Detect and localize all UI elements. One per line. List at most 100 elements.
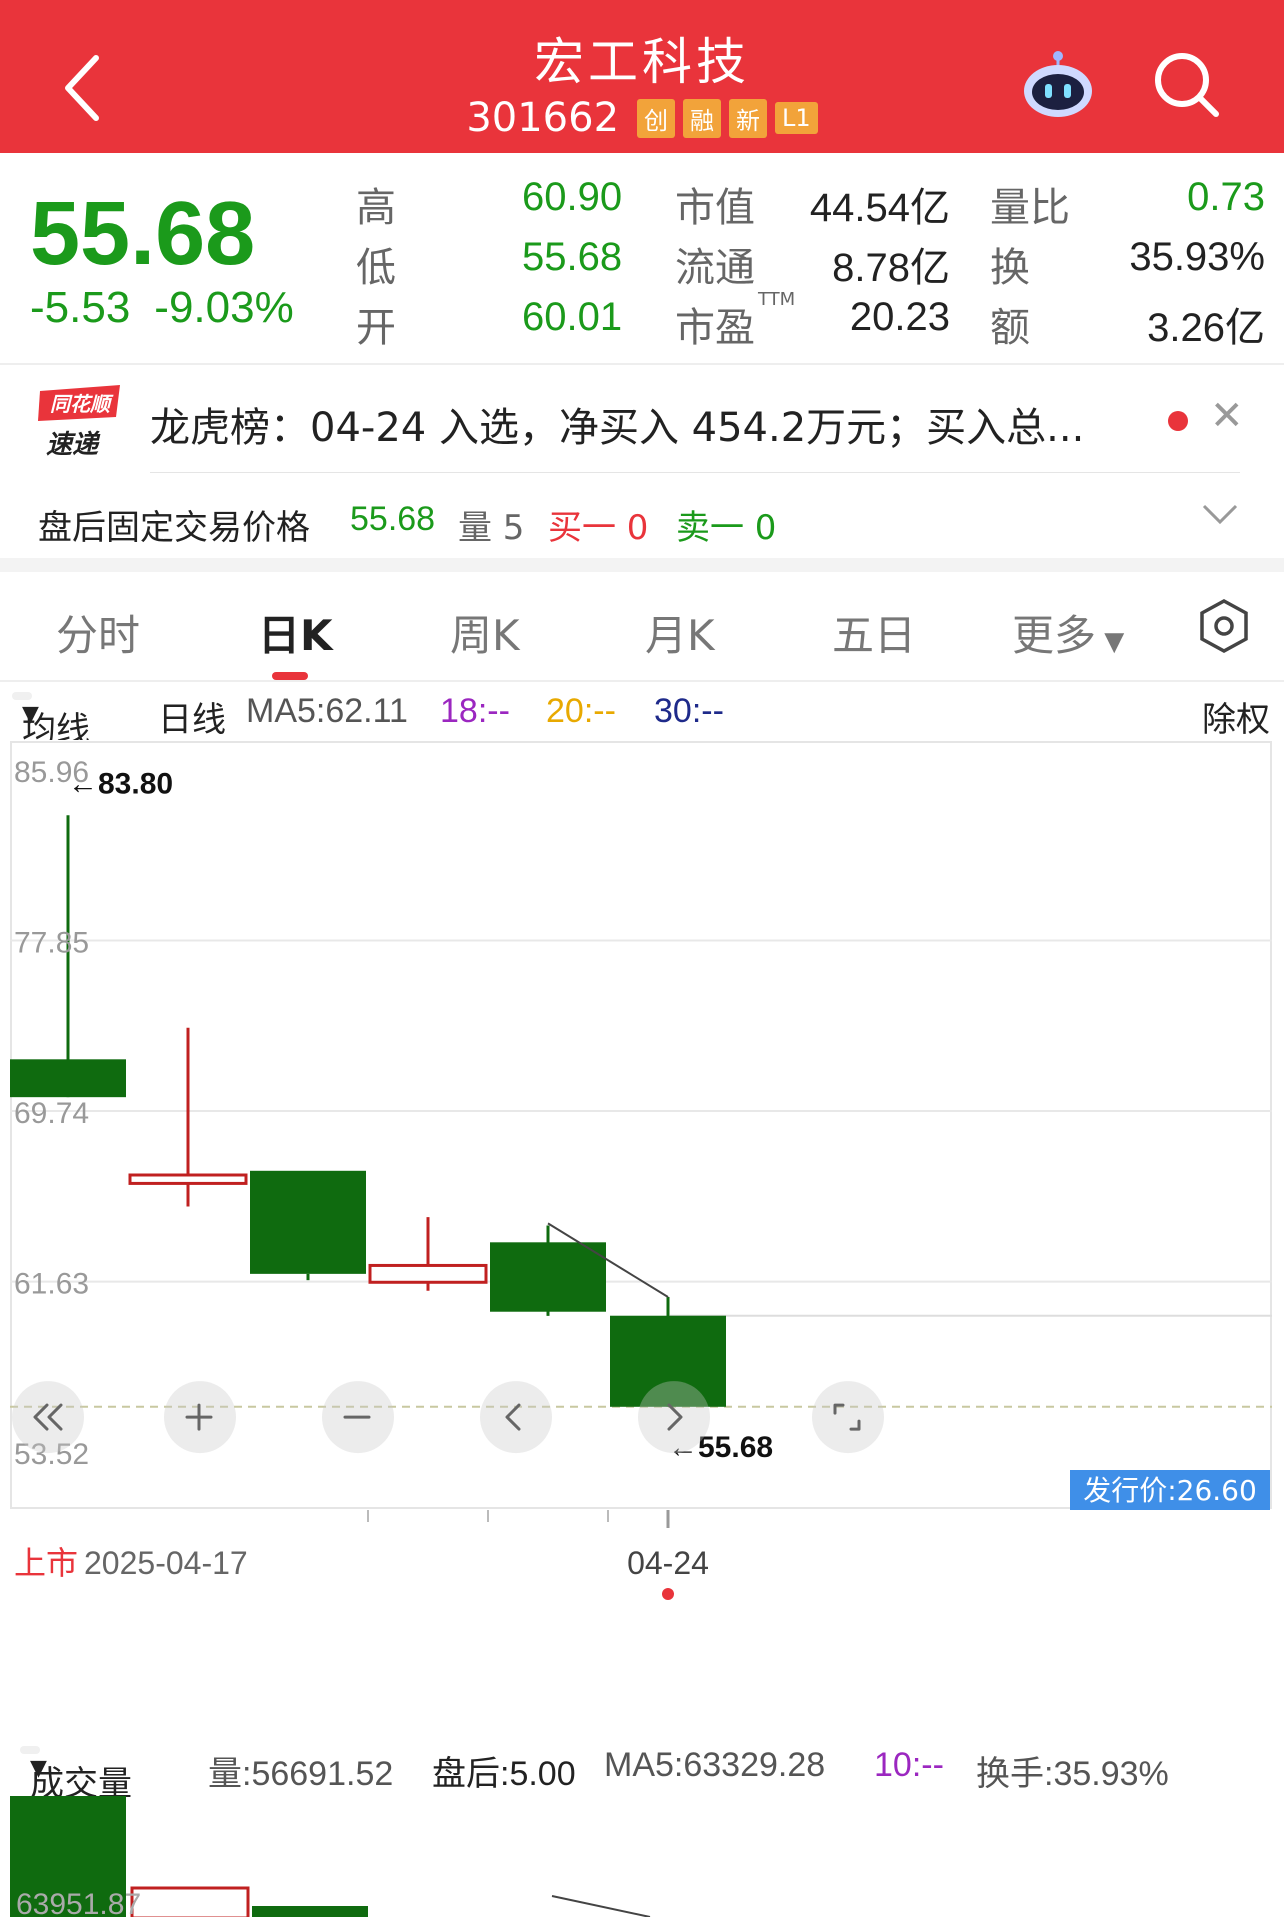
caret-down-icon: ▼ bbox=[1096, 627, 1125, 657]
after-hours-row[interactable]: 盘后固定交易价格 55.68 量 5 买一 0 卖一 0 bbox=[0, 478, 1284, 558]
mktcap-value: 44.54亿 bbox=[809, 186, 950, 230]
volratio-value: 0.73 bbox=[1187, 175, 1265, 219]
last-price: 55.68 bbox=[30, 184, 256, 284]
chevron-right-button[interactable] bbox=[638, 1381, 710, 1454]
tag-l1: L1 bbox=[775, 102, 818, 134]
ma5-value: MA5:62.11 bbox=[246, 692, 408, 730]
pe-label: 市盈 bbox=[675, 305, 755, 351]
ma18-value: 18:-- bbox=[440, 692, 510, 730]
zoom-out-button[interactable] bbox=[322, 1381, 394, 1454]
tab-five-day[interactable]: 五日 bbox=[832, 602, 916, 663]
amount-value: 3.26亿 bbox=[1147, 306, 1265, 350]
after-hours-volume-value: 盘后:5.00 bbox=[432, 1755, 576, 1793]
after-hours-buy1: 买一 0 bbox=[548, 508, 649, 548]
tag-chuang: 创 bbox=[637, 98, 676, 138]
logo-text-top: 同花顺 bbox=[50, 392, 114, 416]
adjust-toggle[interactable]: 除权 bbox=[1202, 692, 1270, 741]
rewind-button[interactable] bbox=[12, 1381, 84, 1454]
volume-bar bbox=[252, 1906, 368, 1917]
pe-value: 20.23 bbox=[849, 295, 950, 339]
listing-date: 2025-04-17 bbox=[84, 1545, 248, 1581]
divider bbox=[150, 472, 1240, 473]
mktcap-label: 市值 bbox=[675, 185, 755, 231]
y-tick-label: 69.74 bbox=[14, 1097, 89, 1130]
turnover-label: 换 bbox=[990, 245, 1030, 291]
float-label: 流通 bbox=[675, 245, 755, 291]
float-value: 8.78亿 bbox=[832, 246, 950, 290]
change-amount: -5.53 bbox=[30, 283, 131, 332]
volume-dropdown[interactable]: 成交量 ▼ bbox=[20, 1746, 132, 1804]
volume-indicator-bar: 成交量 ▼ 量:56691.52 盘后:5.00 MA5:63329.28 10… bbox=[0, 1736, 1284, 1804]
candle-body-down bbox=[10, 1059, 126, 1098]
after-hours-sell1: 卖一 0 bbox=[676, 508, 777, 548]
zoom-in-button[interactable] bbox=[164, 1381, 236, 1454]
caret-down-icon: ▼ bbox=[30, 1756, 47, 1781]
high-value: 60.90 bbox=[522, 175, 623, 219]
volume-ma-line bbox=[551, 1895, 651, 1917]
event-marker-dot bbox=[662, 1588, 674, 1600]
volume-ma10: 10:-- bbox=[874, 1746, 944, 1784]
after-hours-price: 55.68 bbox=[350, 500, 436, 538]
expand-button[interactable] bbox=[812, 1381, 884, 1454]
stock-code: 301662 bbox=[466, 95, 620, 141]
volume-axis-label: 63951.87 bbox=[16, 1888, 141, 1917]
after-hours-volume: 量 5 bbox=[458, 508, 525, 548]
pe-ttm-mark: TTM bbox=[758, 289, 796, 310]
volratio-label: 量比 bbox=[990, 185, 1070, 231]
indicator-dropdown[interactable]: 均线 ▼ bbox=[12, 692, 90, 750]
turnover-value: 35.93% bbox=[1129, 235, 1265, 279]
tab-daily-k[interactable]: 日K bbox=[258, 602, 333, 663]
tag-rong: 融 bbox=[683, 98, 722, 138]
issue-price-label: 发行价:26.60 bbox=[1083, 1474, 1257, 1507]
volume-value: 量:56691.52 bbox=[208, 1755, 394, 1793]
candle-body-down bbox=[250, 1170, 366, 1274]
tab-weekly-k[interactable]: 周K bbox=[450, 602, 520, 663]
caret-down-icon: ▼ bbox=[22, 702, 39, 727]
search-icon[interactable] bbox=[1152, 50, 1222, 120]
candle-body-up bbox=[128, 1173, 248, 1185]
tag-xin: 新 bbox=[729, 98, 768, 138]
control-backdrop bbox=[638, 1381, 710, 1454]
control-backdrop bbox=[812, 1381, 884, 1454]
control-backdrop bbox=[480, 1381, 552, 1454]
ma30-value: 30:-- bbox=[654, 692, 724, 730]
tab-monthly-k[interactable]: 月K bbox=[645, 602, 715, 663]
volume-bar bbox=[130, 1886, 250, 1917]
candlestick-chart[interactable]: 85.9677.8569.7461.6353.52←83.80←55.68发行价… bbox=[10, 740, 1272, 1640]
open-label: 开 bbox=[356, 305, 396, 351]
period-label: 日线 bbox=[158, 700, 226, 740]
candle-body-down bbox=[490, 1242, 606, 1312]
close-icon[interactable]: ✕ bbox=[1210, 393, 1244, 439]
candle-body-up bbox=[368, 1263, 488, 1284]
volume-ma5: MA5:63329.28 bbox=[604, 1746, 826, 1784]
amount-label: 额 bbox=[990, 305, 1030, 351]
section-gap bbox=[0, 558, 1284, 572]
listing-prefix: 上市 bbox=[14, 1544, 78, 1582]
ma-indicator-bar: 均线 ▼ 日线 MA5:62.11 18:-- 20:-- 30:-- 除权 bbox=[0, 682, 1284, 750]
tonghuashun-logo: 同花顺 速递 bbox=[38, 385, 120, 460]
news-headline[interactable]: 龙虎榜：04-24 入选，净买入 454.2万元；买入总... bbox=[150, 395, 1084, 453]
tab-more[interactable]: 更多 ▼ bbox=[1012, 602, 1124, 663]
high-label: 高 bbox=[356, 185, 396, 231]
news-ticker[interactable]: 同花顺 速递 龙虎榜：04-24 入选，净买入 454.2万元；买入总... ✕ bbox=[0, 365, 1284, 475]
logo-text-bottom: 速递 bbox=[46, 430, 101, 460]
volume-chart: 63951.87 bbox=[10, 1796, 651, 1917]
open-value: 60.01 bbox=[522, 295, 623, 339]
after-hours-label: 盘后固定交易价格 bbox=[38, 508, 310, 548]
active-tab-indicator bbox=[272, 672, 308, 680]
period-tabs: 分时 日K 周K 月K 五日 更多 ▼ bbox=[0, 572, 1284, 682]
ma20-value: 20:-- bbox=[546, 692, 616, 730]
price-change: -5.53 -9.03% bbox=[30, 283, 318, 333]
unread-dot bbox=[1168, 411, 1188, 431]
settings-gear-icon[interactable] bbox=[1196, 598, 1252, 654]
low-label: 低 bbox=[356, 245, 396, 291]
max-price-label: ←83.80 bbox=[68, 767, 173, 800]
low-value: 55.68 bbox=[522, 235, 623, 279]
volume-turnover: 换手:35.93% bbox=[976, 1755, 1169, 1793]
chevron-down-icon[interactable] bbox=[1200, 494, 1240, 534]
robot-assistant-icon[interactable] bbox=[1018, 46, 1098, 126]
tab-more-label: 更多 bbox=[1012, 611, 1097, 660]
tab-intraday[interactable]: 分时 bbox=[56, 602, 140, 663]
y-tick-label: 77.85 bbox=[14, 926, 89, 959]
chevron-left-button[interactable] bbox=[480, 1381, 552, 1454]
